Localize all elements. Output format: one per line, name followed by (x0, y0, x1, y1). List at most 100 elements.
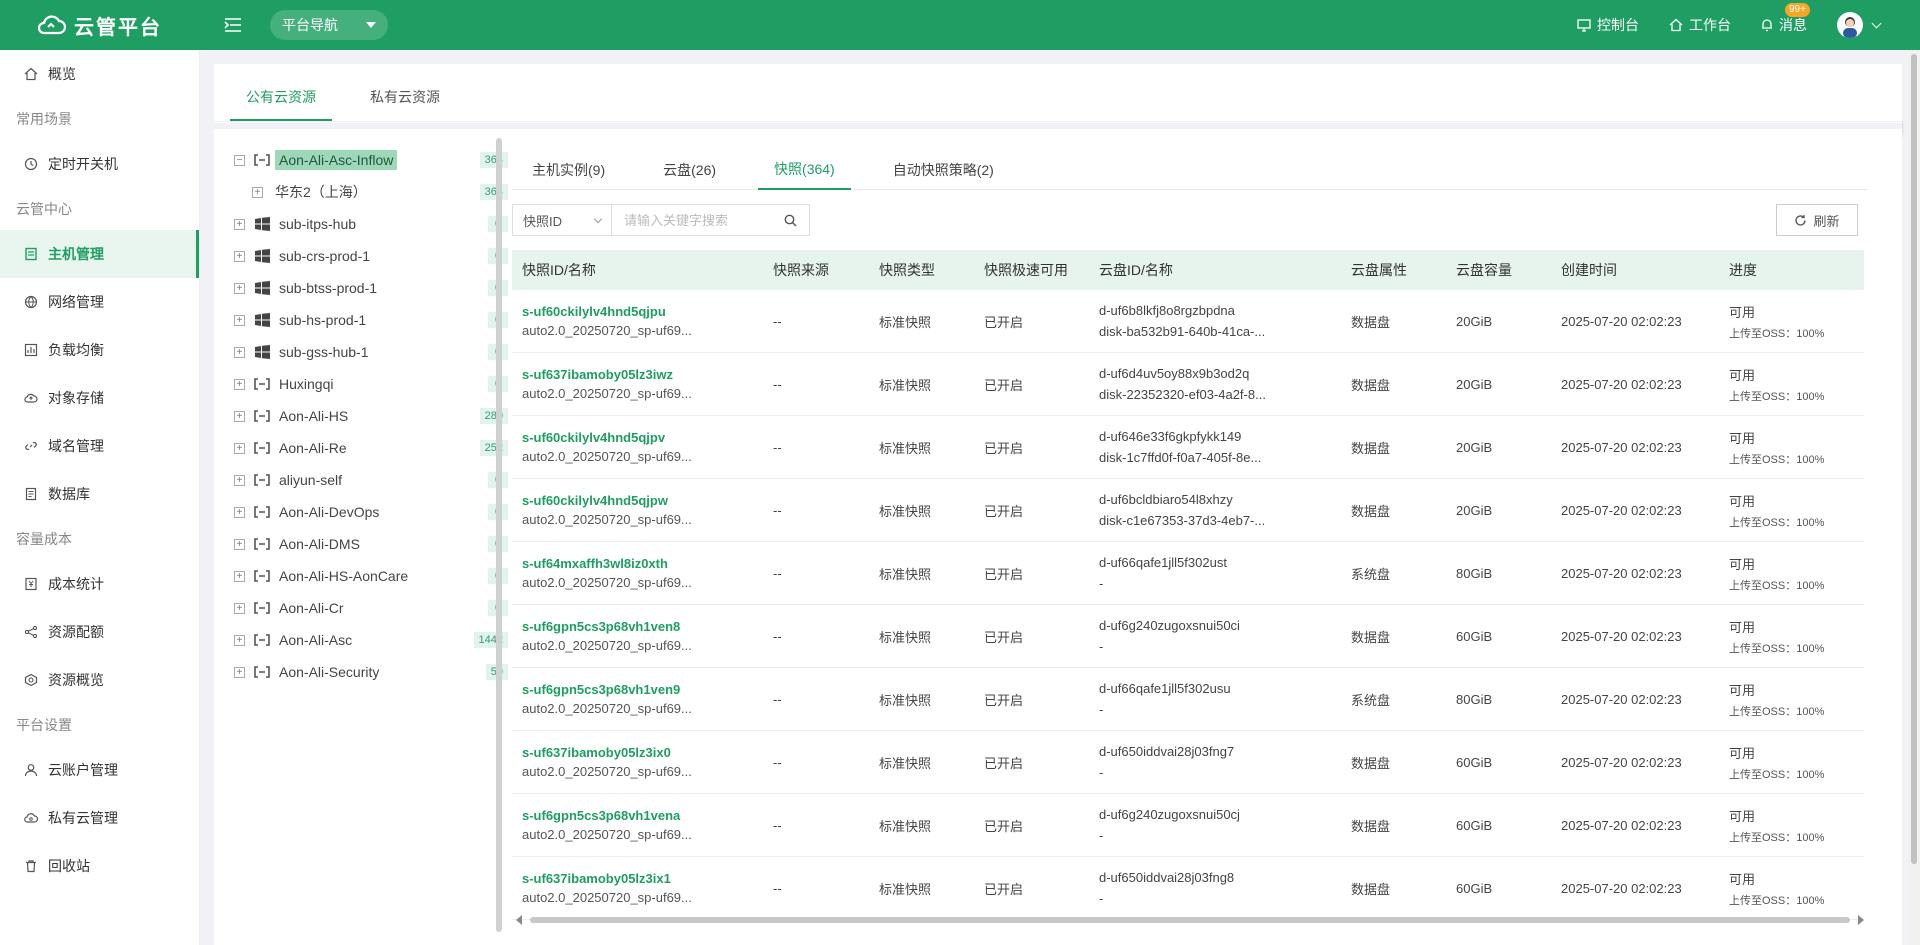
snapshot-id-link[interactable]: s-uf6gpn5cs3p68vh1ven8 (522, 619, 763, 634)
column-header: 云盘属性 (1351, 262, 1407, 278)
tree-node[interactable]: +sub-gss-hub-10 (234, 336, 516, 368)
tree-scrollbar[interactable] (496, 138, 502, 932)
snapshot-id-link[interactable]: s-uf60ckilylv4hnd5qjpu (522, 304, 763, 319)
globe-icon (24, 295, 38, 309)
aliyun-icon (253, 537, 271, 551)
expand-icon[interactable]: + (234, 538, 245, 550)
expand-icon[interactable]: + (252, 186, 263, 198)
snapshot-id-link[interactable]: s-uf6gpn5cs3p68vh1vena (522, 808, 763, 823)
user-menu[interactable] (1837, 12, 1882, 38)
snapshot-id-link[interactable]: s-uf6gpn5cs3p68vh1ven9 (522, 682, 763, 697)
refresh-icon (1795, 214, 1807, 226)
progress-text: 上传至OSS：100% (1729, 453, 1825, 466)
tree-node[interactable]: + Aon-Ali-Re 252 (234, 432, 516, 464)
page-scrollbar-thumb[interactable] (1911, 54, 1917, 864)
expand-icon[interactable]: + (234, 314, 245, 326)
snapshot-id-link[interactable]: s-uf637ibamoby05lz3iwz (522, 367, 763, 382)
snapshot-id-link[interactable]: s-uf64mxaffh3wl8iz0xth (522, 556, 763, 571)
snapshot-id-link[interactable]: s-uf637ibamoby05lz3ix0 (522, 745, 763, 760)
snapshot-id-link[interactable]: s-uf60ckilylv4hnd5qjpv (522, 430, 763, 445)
refresh-button[interactable]: 刷新 (1776, 204, 1858, 236)
column-header: 快照ID/名称 (522, 262, 596, 278)
expand-icon[interactable]: + (234, 666, 245, 678)
snapshot-id-link[interactable]: s-uf637ibamoby05lz3ix1 (522, 871, 763, 886)
sidebar-item[interactable]: 对象存储 (0, 374, 199, 422)
sidebar-item[interactable]: 资源配额 (0, 608, 199, 656)
expand-icon[interactable]: + (234, 378, 245, 390)
tree-node[interactable]: +Aon-Ali-Cr0 (234, 592, 516, 624)
sidebar-item[interactable]: 云账户管理 (0, 746, 199, 794)
expand-icon[interactable]: + (234, 570, 245, 582)
cell-fast-available: 已开启 (984, 503, 1024, 519)
expand-icon[interactable]: + (234, 218, 245, 230)
sidebar-item[interactable]: 负载均衡 (0, 326, 199, 374)
messages-link[interactable]: 消息 99+ (1761, 3, 1810, 35)
expand-icon[interactable]: + (234, 634, 245, 646)
sidebar-item[interactable]: 定时开关机 (0, 140, 199, 188)
section-divider (214, 123, 1902, 129)
tree-node[interactable]: +Huxingqi0 (234, 368, 516, 400)
search-icon[interactable] (784, 214, 797, 227)
sub-tab[interactable]: 自动快照策略(2) (877, 150, 1010, 190)
expand-icon[interactable]: + (234, 410, 245, 422)
sub-tab[interactable]: 云盘(26) (647, 150, 732, 190)
tree-node[interactable]: + 华东2（上海） 364 (234, 176, 516, 208)
tab-public-cloud[interactable]: 公有云资源 (230, 87, 332, 121)
menu-toggle-icon[interactable] (222, 14, 244, 36)
tree-node[interactable]: +sub-crs-prod-10 (234, 240, 516, 272)
logo[interactable]: 云管平台 (0, 0, 200, 50)
tree-node[interactable]: +Aon-Ali-Security59 (234, 656, 516, 688)
sidebar-item[interactable]: 成本统计 (0, 560, 199, 608)
expand-icon[interactable]: + (234, 250, 245, 262)
disk-id: d-uf6bcldbiaro54l8xhzy (1099, 492, 1233, 507)
sidebar-group-label: 平台设置 (16, 717, 72, 733)
expand-icon[interactable]: + (234, 602, 245, 614)
sub-tab[interactable]: 主机实例(9) (516, 150, 621, 190)
console-link[interactable]: 控制台 (1577, 15, 1639, 35)
table-horizontal-scrollbar[interactable] (512, 914, 1868, 926)
tab-private-cloud[interactable]: 私有云资源 (354, 87, 456, 121)
platform-nav-select[interactable]: 平台导航 (270, 10, 388, 40)
tree-node[interactable]: +Aon-Ali-DMS0 (234, 528, 516, 560)
tree-node[interactable]: +Aon-Ali-HS-AonCare0 (234, 560, 516, 592)
scroll-right-icon[interactable] (1858, 915, 1864, 925)
disk-id: d-uf6g240zugoxsnui50ci (1099, 618, 1240, 633)
tree-node[interactable]: +Aon-Ali-DevOps0 (234, 496, 516, 528)
sub-tab[interactable]: 快照(364) (758, 150, 851, 190)
search-input[interactable] (624, 212, 774, 228)
sidebar-item[interactable]: 概览 (0, 50, 199, 98)
filter-field-select[interactable]: 快照ID (512, 204, 612, 236)
tree-node[interactable]: − Aon-Ali-Asc-Inflow 364 (234, 144, 516, 176)
server-icon (24, 247, 38, 261)
sidebar-item[interactable]: 网络管理 (0, 278, 199, 326)
tree-node[interactable]: + Aon-Ali-Asc 1442 (234, 624, 516, 656)
scroll-left-icon[interactable] (516, 915, 522, 925)
sidebar-item[interactable]: 数据库 (0, 470, 199, 518)
tree-node[interactable]: + Aon-Ali-HS 280 (234, 400, 516, 432)
tree-node-label: sub-btss-prod-1 (279, 280, 378, 296)
page-scrollbar[interactable] (1908, 50, 1920, 945)
sidebar-item[interactable]: 回收站 (0, 842, 199, 890)
collapse-icon[interactable]: − (234, 154, 245, 166)
expand-icon[interactable]: + (234, 282, 245, 294)
status-text: 可用 (1729, 871, 1756, 887)
windows-icon (253, 281, 271, 295)
tree-node[interactable]: +sub-hs-prod-10 (234, 304, 516, 336)
expand-icon[interactable]: + (234, 506, 245, 518)
account-tree: − Aon-Ali-Asc-Inflow 364 + 华东2（上海） 364 + sub-it… (234, 144, 516, 934)
sidebar-item[interactable]: 私有云管理 (0, 794, 199, 842)
status-text: 可用 (1729, 304, 1756, 320)
scrollbar-thumb[interactable] (530, 917, 1850, 923)
sidebar-item[interactable]: 资源概览 (0, 656, 199, 704)
expand-icon[interactable]: + (234, 474, 245, 486)
sidebar-item[interactable]: 主机管理 (0, 230, 199, 278)
sidebar-item[interactable]: 域名管理 (0, 422, 199, 470)
tree-node[interactable]: +sub-itps-hub0 (234, 208, 516, 240)
resource-sub-tabs: 主机实例(9) 云盘(26) 快照(364) 自动快照策略(2) (512, 150, 1868, 190)
expand-icon[interactable]: + (234, 346, 245, 358)
tree-node[interactable]: +sub-btss-prod-10 (234, 272, 516, 304)
tree-node[interactable]: +aliyun-self0 (234, 464, 516, 496)
workbench-link[interactable]: 工作台 (1669, 15, 1731, 35)
snapshot-id-link[interactable]: s-uf60ckilylv4hnd5qjpw (522, 493, 763, 508)
expand-icon[interactable]: + (234, 442, 245, 454)
